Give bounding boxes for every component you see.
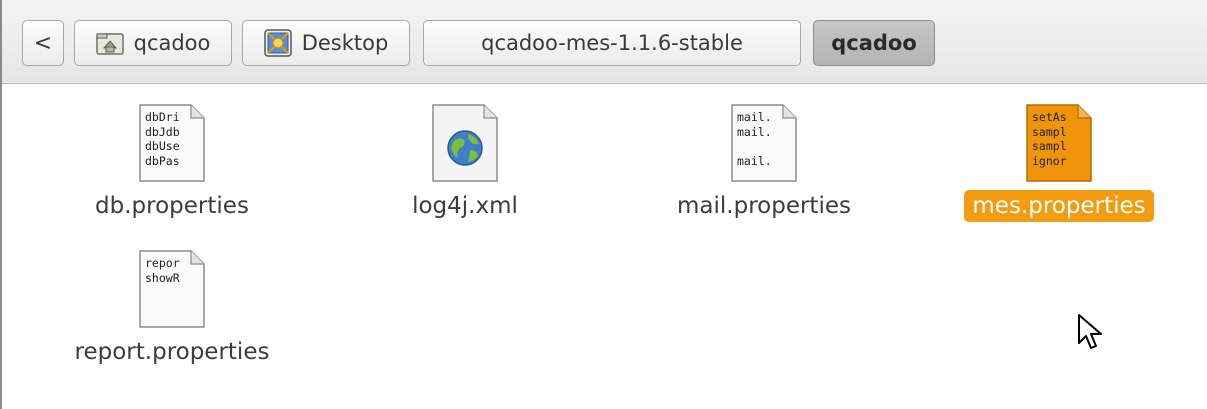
file-item-selected[interactable]: setAs sampl sampl ignor mes.properties [944,104,1174,222]
text-file-icon: dbDri dbJdb dbUse dbPas [139,104,205,182]
file-name[interactable]: report.properties [67,336,278,368]
home-folder-icon [95,30,124,56]
breadcrumb-label: qcadoo [831,31,917,55]
breadcrumb-label: Desktop [301,31,389,55]
breadcrumb-label: qcadoo-mes-1.1.6-stable [481,31,743,55]
breadcrumb-current[interactable]: qcadoo [813,20,935,66]
chevron-left-icon: < [33,30,53,56]
file-name[interactable]: db.properties [87,190,257,222]
file-preview-text: setAs sampl sampl ignor [1032,110,1067,168]
text-file-icon: repor showR [139,250,205,328]
file-item[interactable]: log4j.xml [350,104,580,222]
file-item[interactable]: dbDri dbJdb dbUse dbPas db.properties [57,104,287,222]
xml-file-icon [432,104,498,182]
file-item[interactable]: repor showR report.properties [57,250,287,368]
file-preview-text: repor showR [145,256,180,285]
file-name[interactable]: mail.properties [669,190,859,222]
back-button[interactable]: < [22,20,64,66]
desktop-icon [263,29,292,57]
breadcrumb-home[interactable]: qcadoo [74,20,232,66]
path-bar: < qcadoo Desktop qcadoo-mes-1.1.6-stable… [2,0,1207,84]
text-file-icon: setAs sampl sampl ignor [1026,104,1092,182]
file-preview-text: mail. mail. mail. [737,110,772,168]
breadcrumb-label: qcadoo [133,31,211,55]
file-name[interactable]: mes.properties [964,190,1154,222]
text-file-icon: mail. mail. mail. [731,104,797,182]
breadcrumb-desktop[interactable]: Desktop [242,20,410,66]
file-name[interactable]: log4j.xml [404,190,526,222]
file-manager-window: < qcadoo Desktop qcadoo-mes-1.1.6-stable… [0,0,1207,409]
breadcrumb-qcadoo-mes[interactable]: qcadoo-mes-1.1.6-stable [423,20,801,66]
file-item[interactable]: mail. mail. mail. mail.properties [649,104,879,222]
file-preview-text: dbDri dbJdb dbUse dbPas [145,110,180,168]
mouse-pointer-icon [1077,313,1103,355]
